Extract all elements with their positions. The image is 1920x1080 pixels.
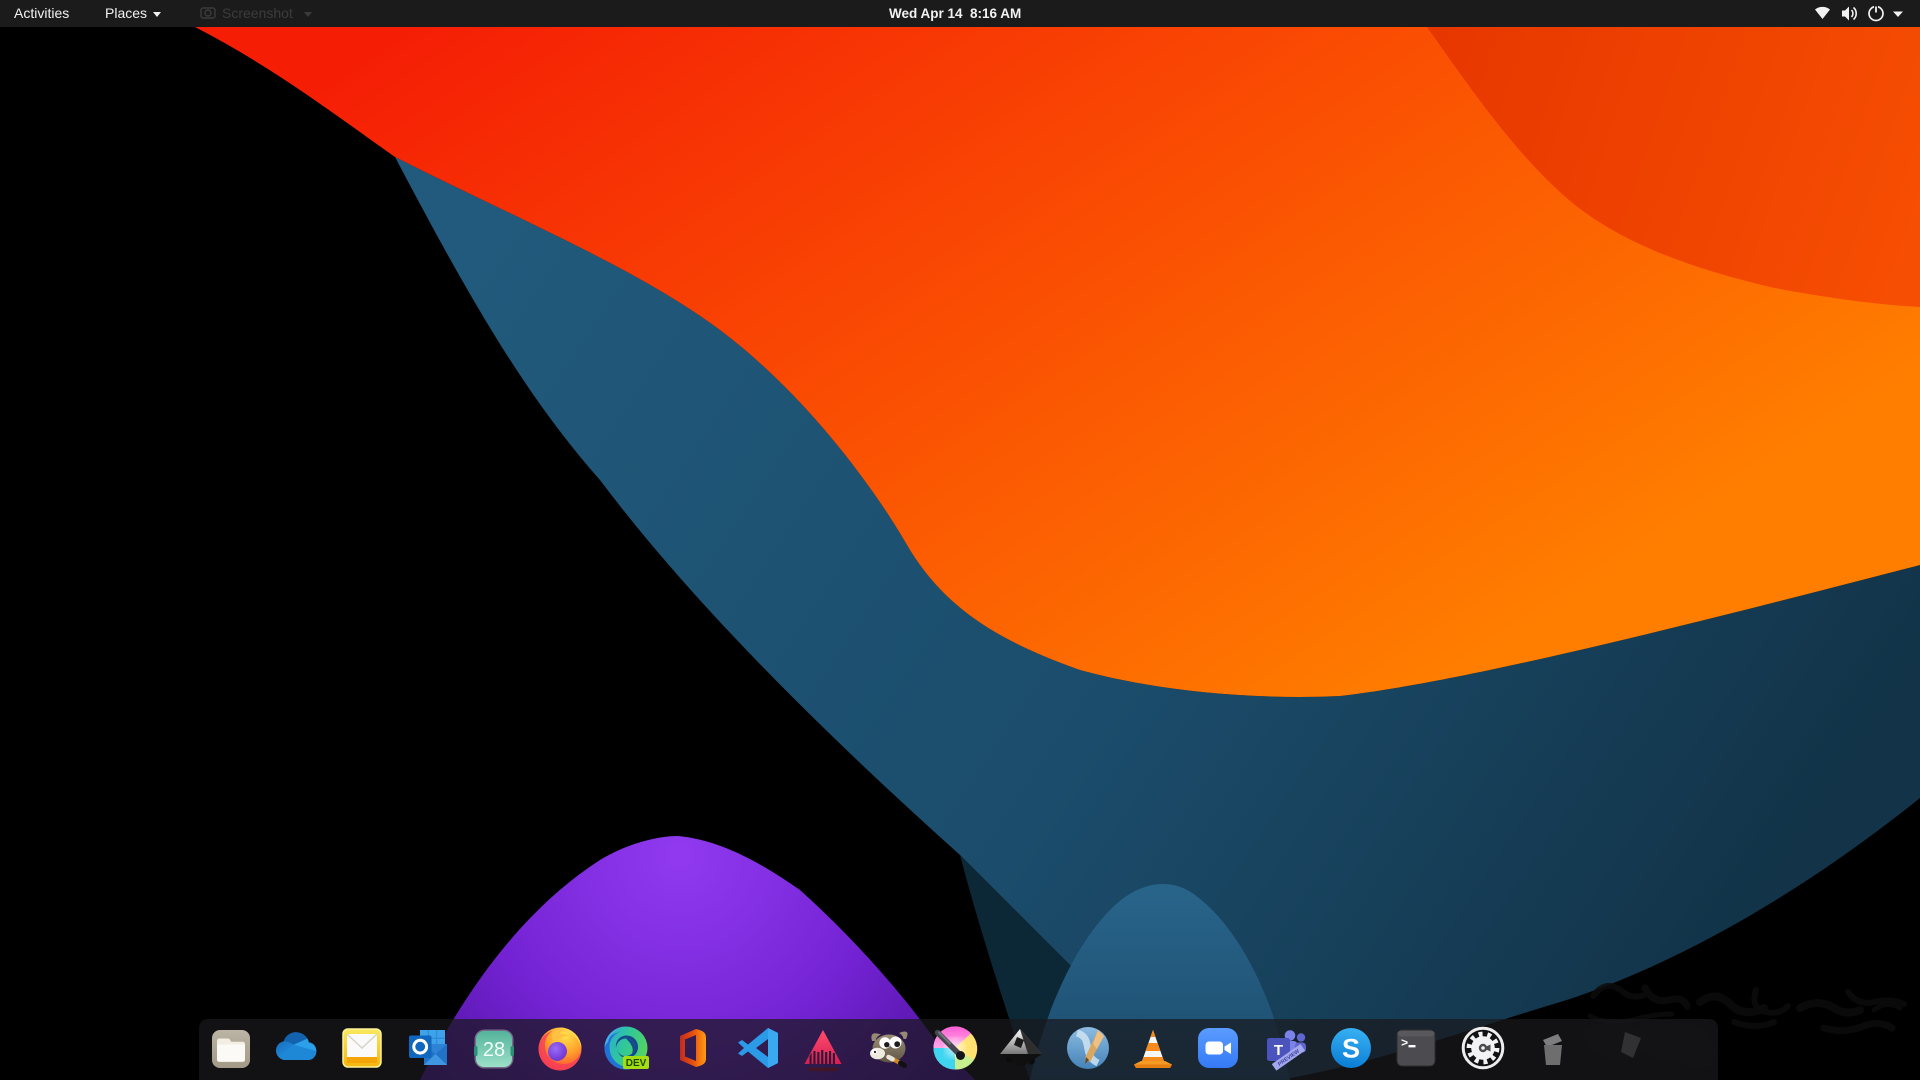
svg-text:28: 28 — [483, 1039, 505, 1061]
svg-text:DEV: DEV — [626, 1058, 647, 1069]
svg-text:T: T — [1274, 1042, 1283, 1059]
svg-text:>: > — [1401, 1037, 1408, 1051]
svg-text:S: S — [1342, 1034, 1360, 1064]
